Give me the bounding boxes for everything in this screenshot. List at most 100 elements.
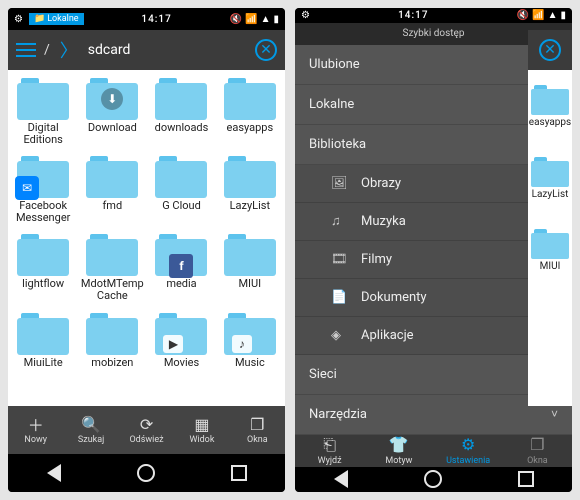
bottom-toolbar: ⎗Wyjdź 👕 Motyw ⚙Ustawienia❐Okna [295, 435, 572, 467]
folder-item[interactable]: easyapps [528, 70, 572, 142]
toolbar-wyjdź[interactable]: ⎗Wyjdź [295, 435, 364, 467]
doc-icon: 📄 [331, 290, 351, 305]
folder-icon [155, 156, 207, 198]
folder-item[interactable]: lightflow [10, 230, 76, 306]
recent-button[interactable] [514, 467, 538, 491]
folder-item[interactable]: ♪ Music [217, 309, 283, 373]
item-label: Muzyka [361, 214, 406, 229]
toolbar-widok[interactable]: ▦ Widok [174, 406, 229, 454]
item-label: Aplikacje [361, 328, 414, 343]
folder-item[interactable]: mobizen [78, 309, 146, 373]
toolbar-okna[interactable]: ❐Okna [503, 435, 572, 467]
folder-label: mobizen [91, 357, 133, 369]
folder-label: MIUI [540, 261, 561, 272]
folder-label: Download [88, 122, 137, 134]
android-navbar [8, 454, 285, 492]
folder-icon: ▶ [155, 313, 207, 355]
section-label: Ulubione [309, 57, 360, 72]
home-button[interactable] [421, 467, 445, 491]
file-grid-area[interactable]: Digital Editions ⬇ Download downloads easyap… [8, 70, 285, 406]
toolbar-label: Motyw [385, 456, 412, 466]
folder-label: MdotMTempCache [80, 278, 144, 302]
item-label: Filmy [361, 252, 392, 267]
toolbar-okna[interactable]: ❐Okna [230, 406, 285, 454]
folder-item[interactable]: MiuiLite [10, 309, 76, 373]
folder-item[interactable]: MIUI [217, 230, 283, 306]
close-button[interactable]: ✕ [255, 39, 277, 61]
theme-icon: 👕 [389, 436, 409, 454]
search-icon: 🔍 [81, 415, 101, 433]
folder-label: easyapps [227, 122, 274, 134]
status-time: 14:17 [398, 10, 428, 21]
film-icon: 🎞 [331, 252, 351, 267]
folder-icon: ♪ [224, 313, 276, 355]
back-button[interactable] [42, 461, 66, 485]
folder-item[interactable]: downloads [148, 74, 214, 150]
fbk-overlay-icon: f [169, 254, 193, 278]
folder-icon: ⬇ [86, 78, 138, 120]
folder-label: lightflow [22, 278, 64, 290]
home-button[interactable] [134, 461, 158, 485]
folder-label: LazyList [532, 189, 569, 200]
folder-label: easyapps [529, 117, 571, 128]
windows-icon: ❐ [530, 436, 544, 454]
mute-icon: 🔇 [230, 14, 242, 25]
close-button[interactable]: ✕ [539, 39, 561, 61]
lokalne-chip: 📁 Lokalne [29, 13, 84, 25]
toolbar-ustawienia[interactable]: ⚙Ustawienia [434, 435, 503, 467]
mute-icon: 🔇 [517, 10, 529, 21]
refresh-icon: ⟳ [140, 415, 153, 433]
folder-icon: f [155, 234, 207, 276]
section-label: Biblioteka [309, 137, 366, 152]
fb-overlay-icon: ✉ [15, 176, 39, 200]
folder-label: Movies [164, 357, 199, 369]
folder-label: Music [235, 357, 265, 369]
item-label: Dokumenty [361, 290, 427, 305]
toolbar-label: Widok [189, 435, 214, 445]
path-current[interactable]: sdcard [88, 42, 131, 58]
folder-item[interactable]: fmd [78, 152, 146, 228]
folder-icon [224, 234, 276, 276]
signal-icon: ▲ [548, 10, 558, 21]
toolbar-motyw[interactable]: 👕 Motyw [364, 435, 433, 467]
android-navbar [295, 467, 572, 492]
item-label: Obrazy [361, 176, 401, 191]
section-label: Lokalne [309, 97, 354, 112]
folder-item[interactable]: G Cloud [148, 152, 214, 228]
section-label: Narzędzia [309, 407, 367, 422]
chevron-right-icon: 〉 [60, 37, 78, 63]
toolbar-odśwież[interactable]: ⟳ Odśwież [119, 406, 174, 454]
dl-overlay-icon: ⬇ [101, 88, 123, 110]
folder-item[interactable]: fmedia [148, 230, 214, 306]
toolbar-label: Odśwież [129, 435, 163, 445]
folder-icon [17, 313, 69, 355]
recent-button[interactable] [227, 461, 251, 485]
gear-icon: ⚙ [461, 436, 475, 454]
folder-item[interactable]: ⬇ Download [78, 74, 146, 150]
folder-icon [17, 78, 69, 120]
folder-item[interactable]: LazyList [217, 152, 283, 228]
grid-icon: ▦ [194, 415, 209, 433]
folder-label: fmd [102, 200, 122, 212]
breadcrumb[interactable]: / 〉 sdcard [44, 37, 247, 63]
menu-button[interactable] [16, 43, 36, 57]
folder-item[interactable]: LazyList [528, 142, 572, 214]
image-icon: 🖼 [331, 176, 351, 191]
folder-label: Digital Editions [12, 122, 74, 146]
folder-icon [86, 234, 138, 276]
folder-icon [86, 313, 138, 355]
folder-item[interactable]: Digital Editions [10, 74, 76, 150]
folder-item[interactable]: MIUI [528, 214, 572, 286]
folder-label: downloads [155, 122, 209, 134]
folder-item[interactable]: MdotMTempCache [78, 230, 146, 306]
folder-item[interactable]: ▶ Movies [148, 309, 214, 373]
folder-item[interactable]: ✉Facebook Messenger [10, 152, 76, 228]
back-button[interactable] [329, 467, 353, 491]
folder-label: MiuiLite [24, 357, 63, 369]
path-root[interactable]: / [44, 42, 50, 58]
folder-icon [17, 234, 69, 276]
folder-item[interactable]: easyapps [217, 74, 283, 150]
app-icon: ◈ [331, 328, 351, 343]
toolbar-nowy[interactable]: ＋Nowy [8, 406, 63, 454]
toolbar-szukaj[interactable]: 🔍Szukaj [63, 406, 118, 454]
